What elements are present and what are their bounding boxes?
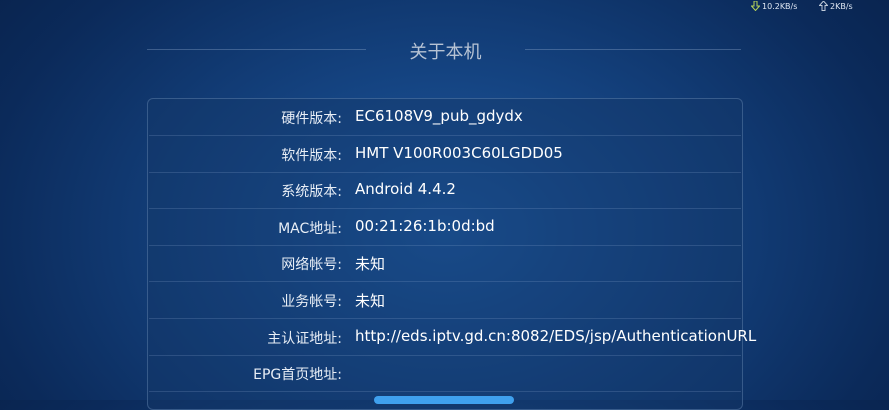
download-speed-text: 10.2KB/s bbox=[762, 1, 798, 11]
device-info-panel: 硬件版本: EC6108V9_pub_gdydx 软件版本: HMT V100R… bbox=[147, 98, 756, 410]
info-value: EC6108V9_pub_gdydx bbox=[355, 107, 523, 125]
info-label: 系统版本: bbox=[281, 184, 342, 200]
download-arrow-icon bbox=[751, 1, 760, 11]
page-title: 关于本机 bbox=[409, 42, 482, 63]
info-row-network-account: 网络帐号: 未知 bbox=[148, 245, 742, 282]
info-value: 00:21:26:1b:0d:bd bbox=[355, 217, 495, 235]
download-speed-indicator: 10.2KB/s bbox=[751, 1, 797, 11]
page-header: 关于本机 bbox=[0, 36, 889, 64]
info-row-system-version: 系统版本: Android 4.4.2 bbox=[148, 172, 742, 209]
info-row-auth-address: 主认证地址: http://eds.iptv.gd.cn:8082/EDS/js… bbox=[148, 319, 756, 356]
info-row-epg-address: EPG首页地址: bbox=[148, 355, 742, 392]
info-row-software-version: 软件版本: HMT V100R003C60LGDD05 bbox=[148, 136, 742, 173]
info-row-hardware-version: 硬件版本: EC6108V9_pub_gdydx bbox=[148, 99, 742, 136]
info-label: 业务帐号: bbox=[281, 294, 342, 310]
info-value: 未知 bbox=[355, 255, 386, 273]
info-label: 硬件版本: bbox=[281, 111, 342, 127]
upload-speed-indicator: 2KB/s bbox=[819, 1, 853, 11]
info-row-service-account: 业务帐号: 未知 bbox=[148, 282, 742, 319]
info-value: Android 4.4.2 bbox=[355, 180, 456, 198]
row-divider bbox=[149, 391, 741, 392]
info-label: MAC地址: bbox=[278, 221, 342, 237]
title-divider-left bbox=[147, 49, 366, 50]
info-value: 未知 bbox=[355, 292, 386, 310]
info-label: 软件版本: bbox=[281, 148, 342, 164]
status-bar: 10.2KB/s 2KB/s bbox=[0, 0, 889, 14]
info-label: 主认证地址: bbox=[267, 331, 342, 347]
info-label: 网络帐号: bbox=[281, 257, 342, 273]
info-row-mac-address: MAC地址: 00:21:26:1b:0d:bd bbox=[148, 209, 742, 246]
upload-speed-text: 2KB/s bbox=[830, 1, 853, 11]
info-value: HMT V100R003C60LGDD05 bbox=[355, 144, 563, 162]
title-divider-right bbox=[525, 49, 741, 50]
info-value: http://eds.iptv.gd.cn:8082/EDS/jsp/Authe… bbox=[355, 327, 757, 345]
upload-arrow-icon bbox=[819, 1, 828, 11]
bottom-action-button[interactable] bbox=[374, 396, 514, 404]
info-label: EPG首页地址: bbox=[253, 367, 342, 383]
